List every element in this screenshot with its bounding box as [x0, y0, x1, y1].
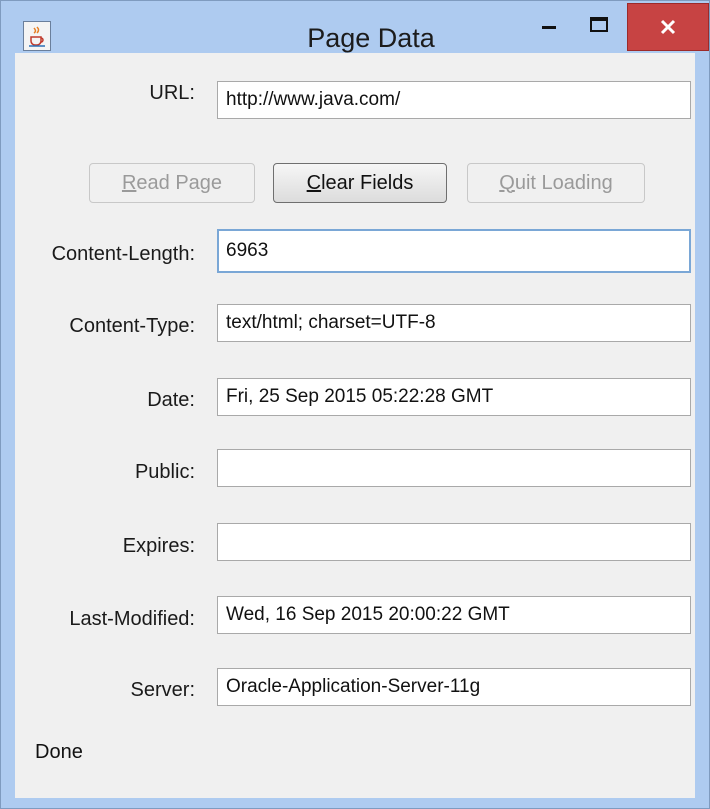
close-icon [660, 19, 676, 35]
minimize-icon [542, 26, 556, 29]
url-label: URL: [149, 82, 195, 104]
maximize-icon [590, 17, 608, 32]
clear-fields-button[interactable]: Clear Fields [273, 163, 447, 203]
minimize-button[interactable] [529, 1, 569, 49]
date-field[interactable] [217, 378, 691, 416]
expires-label: Expires: [122, 535, 195, 557]
maximize-button[interactable] [579, 1, 619, 49]
public-field[interactable] [217, 449, 691, 487]
read-page-mnemonic: R [121, 171, 137, 194]
quit-loading-mnemonic: Q [499, 171, 515, 194]
clear-fields-label: lear Fields [321, 171, 414, 194]
form-panel: URL: Read Page Clear Fields Quit Loading… [15, 53, 695, 798]
url-input[interactable] [217, 81, 691, 119]
read-page-label: ead Page [136, 171, 223, 194]
date-label: Date: [147, 389, 195, 411]
last-modified-field[interactable] [217, 596, 691, 634]
content-length-label: Content-Length: [51, 243, 195, 265]
content-type-field[interactable] [217, 304, 691, 342]
last-modified-label: Last-Modified: [69, 608, 195, 630]
read-page-button[interactable]: Read Page [89, 163, 255, 203]
quit-loading-button[interactable]: Quit Loading [467, 163, 645, 203]
content-type-label: Content-Type: [69, 315, 195, 337]
content-length-field[interactable] [217, 229, 691, 273]
page-data-window: Page Data URL: Read Page Clear Fields [0, 0, 710, 809]
expires-field[interactable] [217, 523, 691, 561]
server-field[interactable] [217, 668, 691, 706]
close-button[interactable] [627, 3, 709, 51]
public-label: Public: [134, 461, 195, 483]
server-label: Server: [130, 679, 195, 701]
clear-fields-mnemonic: C [306, 171, 322, 194]
quit-loading-label: uit Loading [514, 171, 613, 194]
status-text: Done [35, 741, 83, 763]
